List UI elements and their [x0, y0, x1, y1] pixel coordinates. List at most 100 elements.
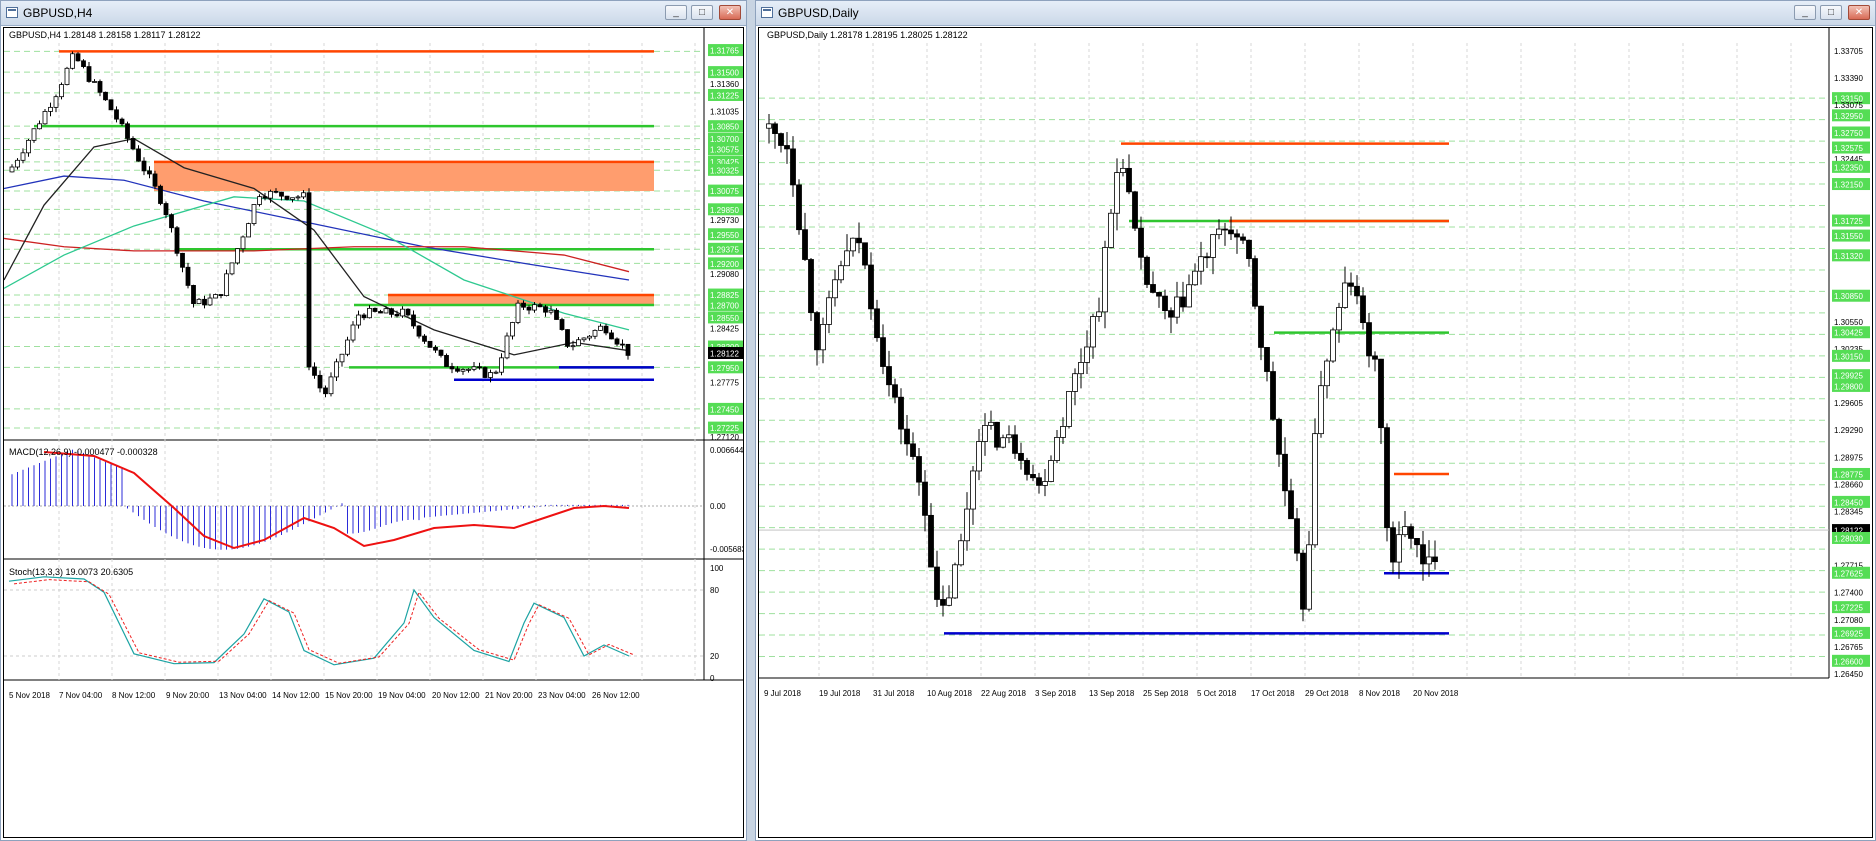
minimize-button[interactable]: _	[665, 5, 687, 20]
close-button[interactable]: ✕	[719, 5, 741, 20]
price-axis-label: 1.33075	[1834, 101, 1863, 110]
resistance-zone	[154, 161, 654, 192]
candle-body	[229, 262, 235, 275]
candle-body	[1270, 371, 1276, 420]
candle-body	[766, 123, 772, 129]
minimize-button[interactable]: _	[1794, 5, 1816, 20]
price-axis-label: 1.27080	[1834, 616, 1863, 625]
candle-body	[1288, 490, 1294, 520]
time-axis-label: 9 Nov 20:00	[166, 691, 210, 700]
candle-body	[218, 294, 224, 297]
candle-body	[1234, 233, 1240, 238]
daily-chart-header: GBPUSD,Daily 1.28178 1.28195 1.28025 1.2…	[767, 30, 968, 40]
candle-body	[976, 441, 982, 472]
candle-body	[284, 195, 290, 200]
candle-body	[207, 297, 213, 306]
time-axis-label: 13 Sep 2018	[1089, 689, 1135, 698]
price-axis-label: 1.27225	[1834, 604, 1863, 613]
h4-chart-window[interactable]: GBPUSD,H4 _ □ ✕ 1.31765 1.31500 1.31360 1.3…	[0, 0, 747, 841]
candle-body	[20, 152, 26, 161]
candle-body	[504, 335, 510, 359]
candle-body	[59, 84, 64, 98]
macd-scale-label: -0.005683	[710, 545, 744, 554]
candle-body	[383, 308, 389, 314]
price-axis-label: 1.32150	[1834, 181, 1863, 190]
candle-body	[862, 242, 868, 266]
time-axis-label: 20 Nov 12:00	[432, 691, 480, 700]
price-axis-label: 1.31725	[1834, 217, 1863, 226]
candle-body	[1210, 234, 1216, 258]
candle-body	[141, 160, 147, 172]
time-axis-label: 13 Nov 04:00	[219, 691, 267, 700]
maximize-button[interactable]: □	[691, 5, 713, 20]
candle-body	[262, 196, 268, 199]
price-axis-label: 1.29200	[710, 260, 739, 269]
price-axis-label: 1.28975	[1834, 453, 1863, 462]
candle-body	[1102, 247, 1108, 313]
candle-body	[1264, 347, 1270, 372]
daily-chart-window[interactable]: GBPUSD,Daily _ □ ✕ 1.33705 1.33390 1.33150…	[755, 0, 1876, 841]
candle-body	[576, 339, 581, 347]
candle-body	[1420, 544, 1426, 565]
candle-body	[1018, 452, 1024, 461]
price-axis-label: 1.28775	[1834, 470, 1863, 479]
candle-body	[334, 361, 339, 378]
candle-body	[910, 443, 916, 457]
daily-chart-canvas[interactable]: 1.337051.333901.331501.329501.330751.327…	[759, 28, 1873, 838]
candle-body	[295, 196, 301, 199]
candle-body	[826, 297, 832, 325]
h4-chart-canvas[interactable]: 1.31765 1.31500 1.31360 1.31225 1.31035 1.308…	[4, 28, 744, 838]
price-axis-label: 1.27625	[1834, 569, 1863, 578]
candle-body	[532, 304, 537, 311]
candle-body	[1282, 453, 1288, 492]
candle-body	[460, 369, 466, 372]
price-axis-label: 1.27950	[710, 364, 739, 373]
candle-body	[97, 81, 103, 93]
candle-body	[1036, 477, 1042, 486]
candle-body	[301, 192, 306, 198]
candle-body	[1294, 518, 1300, 554]
candle-body	[147, 170, 152, 175]
candle-body	[1306, 544, 1312, 610]
h4-chart-area[interactable]: 1.31765 1.31500 1.31360 1.31225 1.31035 1.308…	[3, 27, 744, 838]
candle-body	[312, 366, 317, 376]
candle-body	[587, 335, 592, 339]
daily-chart-area[interactable]: 1.33705 1.33390 1.33150 1.32950 1.33075 1.327…	[758, 27, 1873, 838]
candle-body	[1252, 258, 1258, 307]
candle-body	[1300, 552, 1306, 610]
candle-body	[988, 421, 994, 426]
h4-window-titlebar[interactable]: GBPUSD,H4 _ □ ✕	[1, 1, 746, 26]
candle-body	[1000, 437, 1006, 448]
candle-body	[994, 421, 1000, 448]
candle-body	[964, 508, 970, 542]
candle-body	[70, 53, 75, 69]
candle-body	[1198, 256, 1204, 272]
candle-body	[235, 248, 240, 264]
price-axis-label: 1.31500	[710, 69, 739, 78]
candle-body	[1066, 391, 1072, 427]
candle-body	[317, 374, 323, 389]
candle-body	[75, 53, 81, 62]
candle-body	[772, 123, 778, 134]
maximize-button[interactable]: □	[1820, 5, 1842, 20]
candle-body	[455, 368, 460, 372]
candle-body	[422, 335, 427, 342]
candle-body	[922, 481, 928, 516]
candle-body	[1366, 322, 1372, 357]
time-axis-label: 22 Aug 2018	[981, 689, 1026, 698]
price-axis-label: 1.27450	[710, 405, 739, 414]
price-axis-label: 1.29080	[710, 270, 739, 279]
candle-body	[1246, 239, 1252, 259]
price-axis-label: 1.30550	[1834, 318, 1863, 327]
candle-body	[213, 294, 218, 299]
candle-body	[169, 214, 174, 229]
daily-window-titlebar[interactable]: GBPUSD,Daily _ □ ✕	[756, 1, 1875, 26]
candle-body	[1360, 295, 1366, 324]
macd-label: MACD(12,26,9) -0.000477 -0.000328	[9, 447, 158, 457]
price-axis-label: 1.32750	[1834, 129, 1863, 138]
price-axis-label: 1.28345	[1834, 507, 1863, 516]
price-axis-label: 1.29605	[1834, 399, 1863, 408]
close-button[interactable]: ✕	[1848, 5, 1870, 20]
candle-body	[838, 265, 844, 281]
candle-body	[42, 111, 48, 125]
